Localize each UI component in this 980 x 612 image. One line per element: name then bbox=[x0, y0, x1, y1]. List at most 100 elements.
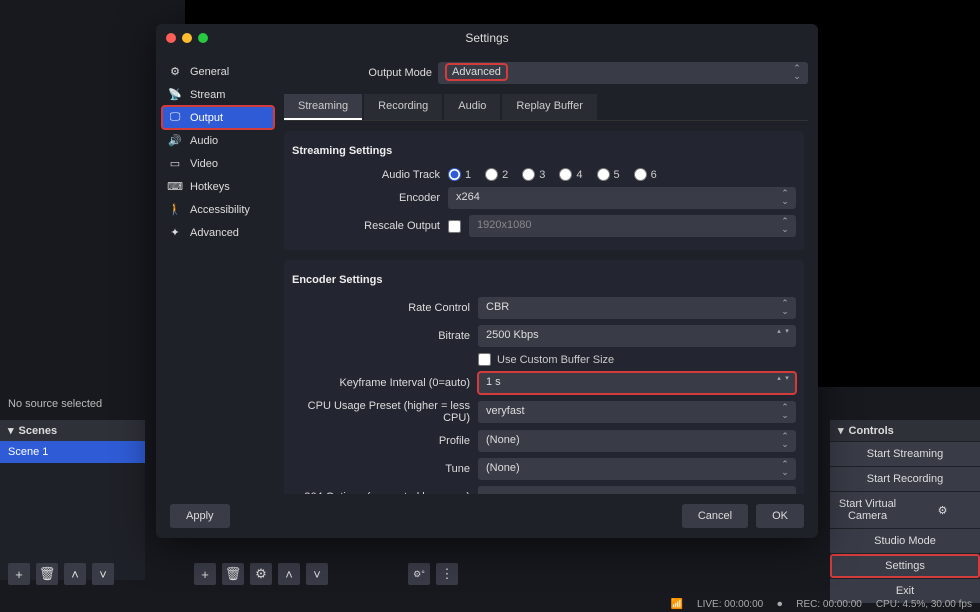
dialog-titlebar: Settings bbox=[156, 24, 818, 52]
source-down-button[interactable]: ˅ bbox=[306, 563, 328, 585]
encoder-label: Encoder bbox=[292, 192, 440, 204]
apply-button[interactable]: Apply bbox=[170, 504, 230, 528]
custom-buffer-label: Use Custom Buffer Size bbox=[497, 354, 614, 366]
chevron-up-icon: ˄ bbox=[285, 567, 293, 582]
audio-track-group: 1 2 3 4 5 6 bbox=[448, 168, 796, 181]
cpu-status: CPU: 4.5%, 30.00 fps bbox=[876, 599, 972, 610]
chevron-down-icon: ▾ bbox=[8, 424, 14, 437]
rate-control-label: Rate Control bbox=[292, 302, 470, 314]
audio-track-5[interactable]: 5 bbox=[597, 168, 620, 181]
gear-icon: ⚙° bbox=[413, 569, 425, 580]
bottom-toolbar: + 🗑 ˄ ˅ + 🗑 ⚙ ˄ ˅ ⚙° ⋮ bbox=[0, 560, 980, 588]
rescale-select[interactable]: 1920x1080 bbox=[469, 215, 796, 237]
tab-streaming[interactable]: Streaming bbox=[284, 94, 362, 120]
tab-recording[interactable]: Recording bbox=[364, 94, 442, 120]
studio-mode-button[interactable]: Studio Mode bbox=[830, 529, 980, 553]
tab-replay-buffer[interactable]: Replay Buffer bbox=[502, 94, 596, 120]
cancel-button[interactable]: Cancel bbox=[682, 504, 748, 528]
transition-menu-button[interactable]: ⋮ bbox=[436, 563, 458, 585]
start-streaming-button[interactable]: Start Streaming bbox=[830, 442, 980, 466]
rate-control-select[interactable]: CBR bbox=[478, 297, 796, 319]
bitrate-label: Bitrate bbox=[292, 330, 470, 342]
sidebar-item-hotkeys[interactable]: ⌨ Hotkeys bbox=[156, 175, 280, 198]
more-icon: ⋮ bbox=[441, 566, 454, 582]
record-icon: ⏺ bbox=[777, 599, 782, 610]
sidebar-item-advanced[interactable]: ✦Advanced bbox=[156, 221, 280, 244]
remove-source-button[interactable]: 🗑 bbox=[222, 563, 244, 585]
audio-track-2[interactable]: 2 bbox=[485, 168, 508, 181]
profile-label: Profile bbox=[292, 435, 470, 447]
sidebar-item-audio[interactable]: 🔊 Audio bbox=[156, 129, 280, 152]
source-properties-button[interactable]: ⚙ bbox=[250, 563, 272, 585]
audio-track-3[interactable]: 3 bbox=[522, 168, 545, 181]
output-mode-select[interactable]: Advanced bbox=[438, 62, 808, 84]
vcam-settings-button[interactable]: ⚙ bbox=[905, 492, 980, 528]
controls-header-label: Controls bbox=[849, 425, 894, 437]
cpu-preset-select[interactable]: veryfast bbox=[478, 401, 796, 423]
profile-select[interactable]: (None) bbox=[478, 430, 796, 452]
encoder-settings-title: Encoder Settings bbox=[292, 270, 796, 294]
scenes-panel: ▾ Scenes Scene 1 bbox=[0, 420, 145, 580]
antenna-icon: 📡 bbox=[168, 88, 182, 101]
scene-down-button[interactable]: ˅ bbox=[92, 563, 114, 585]
ok-button[interactable]: OK bbox=[756, 504, 804, 528]
sidebar-item-general[interactable]: ⚙ General bbox=[156, 60, 280, 83]
audio-track-label: Audio Track bbox=[292, 169, 440, 181]
encoder-select[interactable]: x264 bbox=[448, 187, 796, 209]
output-mode-label: Output Mode bbox=[284, 67, 432, 79]
sidebar-item-accessibility[interactable]: 🚶 Accessibility bbox=[156, 198, 280, 221]
scene-item[interactable]: Scene 1 bbox=[0, 441, 145, 463]
add-source-button[interactable]: + bbox=[194, 563, 216, 585]
output-tabs: Streaming Recording Audio Replay Buffer bbox=[284, 94, 808, 121]
custom-buffer-checkbox[interactable] bbox=[478, 353, 491, 366]
source-up-button[interactable]: ˄ bbox=[278, 563, 300, 585]
rescale-label: Rescale Output bbox=[292, 220, 440, 232]
sidebar-item-label: Hotkeys bbox=[190, 181, 230, 193]
add-scene-button[interactable]: + bbox=[8, 563, 30, 585]
controls-header: ▾ Controls bbox=[830, 420, 980, 441]
keyframe-input[interactable]: 1 s bbox=[478, 372, 796, 394]
audio-track-6[interactable]: 6 bbox=[634, 168, 657, 181]
output-mode-value: Advanced bbox=[446, 64, 507, 80]
scene-up-button[interactable]: ˄ bbox=[64, 563, 86, 585]
sidebar-item-label: Output bbox=[190, 112, 223, 124]
audio-track-4[interactable]: 4 bbox=[559, 168, 582, 181]
tune-select[interactable]: (None) bbox=[478, 458, 796, 480]
trash-icon: 🗑 bbox=[39, 566, 56, 582]
status-bar: 📶 LIVE: 00:00:00 ⏺ REC: 00:00:00 CPU: 4.… bbox=[671, 599, 972, 610]
sidebar-item-label: Stream bbox=[190, 89, 225, 101]
cpu-preset-label: CPU Usage Preset (higher = less CPU) bbox=[292, 400, 470, 424]
x264-options-input[interactable] bbox=[478, 486, 796, 494]
bitrate-input[interactable]: 2500 Kbps bbox=[478, 325, 796, 347]
keyboard-icon: ⌨ bbox=[168, 180, 182, 193]
sidebar-item-video[interactable]: ▭Video bbox=[156, 152, 280, 175]
rec-status: REC: 00:00:00 bbox=[796, 599, 862, 610]
gear-icon: ⚙ bbox=[168, 65, 182, 78]
person-icon: 🚶 bbox=[168, 203, 182, 216]
transition-properties-button[interactable]: ⚙° bbox=[408, 563, 430, 585]
sidebar-item-stream[interactable]: 📡 Stream bbox=[156, 83, 280, 106]
gear-icon: ⚙ bbox=[255, 566, 267, 582]
chevron-up-icon: ˄ bbox=[71, 567, 79, 582]
speaker-icon: 🔊 bbox=[168, 134, 182, 147]
scenes-header: ▾ Scenes bbox=[0, 420, 145, 441]
plus-icon: + bbox=[201, 567, 209, 582]
streaming-settings-title: Streaming Settings bbox=[292, 141, 796, 165]
scenes-header-label: Scenes bbox=[19, 425, 58, 437]
remove-scene-button[interactable]: 🗑 bbox=[36, 563, 58, 585]
tune-label: Tune bbox=[292, 463, 470, 475]
chevron-down-icon: ˅ bbox=[313, 567, 321, 582]
sidebar-item-label: Audio bbox=[190, 135, 218, 147]
audio-track-1[interactable]: 1 bbox=[448, 168, 471, 181]
start-virtual-camera-button[interactable]: Start Virtual Camera bbox=[830, 492, 905, 528]
sidebar-item-label: General bbox=[190, 66, 229, 78]
start-recording-button[interactable]: Start Recording bbox=[830, 467, 980, 491]
dialog-title: Settings bbox=[156, 31, 818, 45]
gear-icon: ⚙ bbox=[938, 504, 948, 517]
sidebar-item-output[interactable]: 🖵Output bbox=[162, 106, 274, 129]
tab-audio[interactable]: Audio bbox=[444, 94, 500, 120]
live-status: LIVE: 00:00:00 bbox=[697, 599, 763, 610]
sidebar-item-label: Accessibility bbox=[190, 204, 250, 216]
rescale-checkbox[interactable] bbox=[448, 220, 461, 233]
display-icon: ▭ bbox=[168, 157, 182, 170]
